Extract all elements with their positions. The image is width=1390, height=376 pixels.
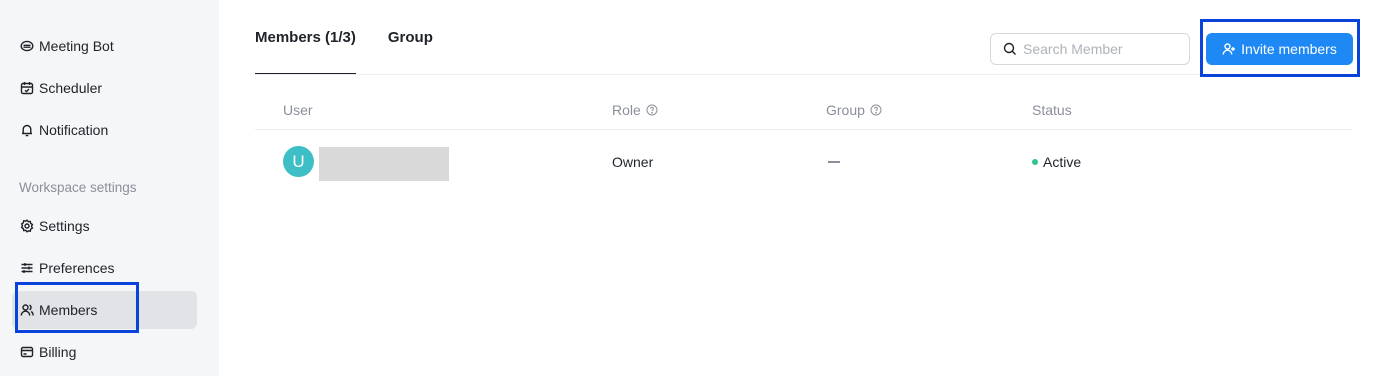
sidebar-item-meeting-bot[interactable]: Meeting Bot <box>12 27 197 65</box>
column-header-label: Status <box>1032 102 1072 118</box>
column-header-label: User <box>283 102 313 118</box>
sliders-icon <box>20 261 34 275</box>
sidebar-item-scheduler[interactable]: Scheduler <box>12 69 197 107</box>
search-icon <box>1003 42 1016 55</box>
column-header-group: Group <box>826 102 882 118</box>
column-header-role: Role <box>612 102 658 118</box>
help-icon[interactable] <box>646 104 658 116</box>
sidebar-item-label: Settings <box>39 218 90 234</box>
sidebar-item-label: Billing <box>39 344 77 360</box>
section-label-workspace-settings: Workspace settings <box>19 180 137 195</box>
sidebar-item-label: Scheduler <box>39 80 103 96</box>
column-header-label: Role <box>612 102 641 118</box>
tab-members[interactable]: Members (1/3) <box>255 0 356 75</box>
sidebar-item-label: Meeting Bot <box>39 38 114 54</box>
invite-members-label: Invite members <box>1241 41 1337 57</box>
search-input[interactable] <box>1023 41 1173 57</box>
header-divider <box>255 129 1352 130</box>
users-icon <box>20 303 34 317</box>
sidebar-item-billing[interactable]: Billing <box>12 333 197 371</box>
sidebar: Meeting Bot Scheduler Notification Works… <box>0 0 219 376</box>
sidebar-item-members[interactable]: Members <box>12 291 197 329</box>
bell-icon <box>20 123 34 137</box>
gear-icon <box>20 219 34 233</box>
sidebar-item-label: Members <box>39 302 98 318</box>
tab-group[interactable]: Group <box>388 0 433 75</box>
add-user-icon <box>1222 43 1236 55</box>
sidebar-item-label: Notification <box>39 122 109 138</box>
sidebar-item-label: Preferences <box>39 260 115 276</box>
tab-divider <box>255 74 1352 75</box>
meeting-bot-icon <box>20 39 34 53</box>
help-icon[interactable] <box>870 104 882 116</box>
sidebar-item-settings[interactable]: Settings <box>12 207 197 245</box>
main-panel: Members (1/3) Group Invite members User … <box>219 0 1390 376</box>
column-header-status: Status <box>1032 102 1072 118</box>
credit-card-icon <box>20 345 34 359</box>
column-header-user: User <box>283 102 313 118</box>
sidebar-item-preferences[interactable]: Preferences <box>12 249 197 287</box>
search-box[interactable] <box>990 33 1190 65</box>
avatar: U <box>283 146 314 177</box>
role-cell: Owner <box>612 154 654 170</box>
status-badge: Active <box>1032 154 1081 170</box>
status-label: Active <box>1043 154 1082 170</box>
redacted-user-name <box>319 147 449 181</box>
status-dot <box>1032 159 1038 165</box>
calendar-icon <box>20 81 34 95</box>
tab-bar: Members (1/3) Group <box>255 0 465 75</box>
column-header-label: Group <box>826 102 865 118</box>
sidebar-item-notification[interactable]: Notification <box>12 111 197 149</box>
group-cell-empty <box>828 161 840 163</box>
invite-members-button[interactable]: Invite members <box>1206 33 1353 65</box>
